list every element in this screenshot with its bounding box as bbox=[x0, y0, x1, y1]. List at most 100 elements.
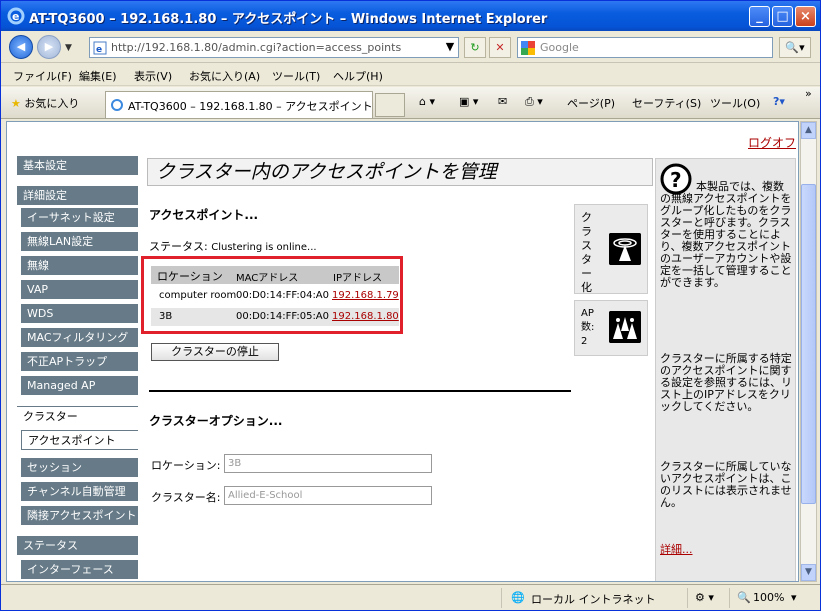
mail-icon[interactable]: ✉ bbox=[498, 95, 507, 108]
access-points-icon bbox=[609, 311, 641, 343]
cluster-status: ステータス: Clustering is online... bbox=[149, 238, 317, 254]
sidebar-item-12[interactable]: セッション bbox=[21, 458, 138, 478]
zoom-icon[interactable]: 🔍 bbox=[737, 591, 751, 604]
address-url: http://192.168.1.80/admin.cgi?action=acc… bbox=[111, 41, 402, 54]
search-placeholder: Google bbox=[540, 41, 579, 54]
menu-tools[interactable]: ツール(T) bbox=[272, 68, 320, 84]
section-access-points: アクセスポイント... bbox=[149, 208, 259, 222]
new-tab-button[interactable] bbox=[375, 93, 405, 117]
favorites-button[interactable]: ★ お気に入り bbox=[11, 95, 79, 111]
help-panel: ? 本製品では、複数の無線アクセスポイントをグループ化したものをクラスターと呼び… bbox=[655, 158, 796, 581]
safety-menu[interactable]: セーフティ(S) bbox=[632, 95, 701, 111]
star-icon: ★ bbox=[11, 97, 21, 110]
status-value: Clustering is online... bbox=[211, 242, 317, 253]
row2-ip-link[interactable]: 192.168.1.80 bbox=[332, 311, 399, 322]
zoom-level[interactable]: 100% bbox=[753, 591, 784, 604]
sidebar-item-3[interactable]: 無線LAN設定 bbox=[21, 232, 138, 252]
history-dropdown-icon[interactable]: ▼ bbox=[65, 43, 72, 53]
home-icon[interactable]: ⌂ ▾ bbox=[419, 95, 435, 108]
help-text-2: クラスターに所属する特定のアクセスポイントに関する設定を参照するには、リスト上の… bbox=[660, 352, 792, 413]
row1-mac: 00:D0:14:FF:04:A0 bbox=[236, 290, 330, 301]
location-input[interactable]: 3B bbox=[224, 454, 432, 473]
menu-help[interactable]: ヘルプ(H) bbox=[333, 68, 383, 84]
sidebar-item-6[interactable]: WDS bbox=[21, 304, 138, 324]
th-mac: MACアドレス bbox=[236, 273, 299, 284]
page-title: クラスター内のアクセスポイントを管理 bbox=[147, 158, 653, 186]
title-bar: e AT-TQ3600 – 192.168.1.80 – アクセスポイント – … bbox=[1, 1, 820, 31]
search-input[interactable]: Google bbox=[517, 37, 773, 58]
close-button[interactable]: × bbox=[795, 6, 816, 27]
forward-button[interactable]: ▶ bbox=[37, 35, 61, 59]
print-icon[interactable]: ⎙ ▾ bbox=[525, 95, 543, 109]
window-title: AT-TQ3600 – 192.168.1.80 – アクセスポイント – Wi… bbox=[29, 12, 548, 27]
scroll-down-icon[interactable]: ▼ bbox=[801, 564, 816, 581]
sidebar-item-2[interactable]: イーサネット設定 bbox=[21, 208, 138, 228]
tools-menu[interactable]: ツール(O) bbox=[710, 95, 760, 111]
sidebar-item-9[interactable]: Managed AP bbox=[21, 376, 138, 396]
status-divider bbox=[687, 588, 688, 608]
stop-cluster-button[interactable]: クラスターの停止 bbox=[151, 343, 279, 361]
status-label: ステータス: bbox=[149, 240, 208, 253]
protected-mode-icon[interactable]: ⚙ ▾ bbox=[695, 591, 714, 604]
minimize-button[interactable]: _ bbox=[749, 6, 770, 27]
page-menu[interactable]: ページ(P) bbox=[567, 95, 615, 111]
zone-label: ローカル イントラネット bbox=[531, 593, 656, 606]
logout-link[interactable]: ログオフ bbox=[748, 134, 796, 151]
page-favicon-icon: e bbox=[93, 41, 107, 55]
search-button[interactable]: 🔍▾ bbox=[779, 37, 811, 58]
svg-text:e: e bbox=[12, 10, 19, 23]
cluster-name-input[interactable]: Allied-E-School bbox=[224, 486, 432, 505]
vertical-scrollbar[interactable]: ▲ ▼ bbox=[800, 121, 817, 582]
maximize-button[interactable]: □ bbox=[772, 6, 793, 27]
sidebar-item-8[interactable]: 不正APトラップ bbox=[21, 352, 138, 372]
scroll-thumb[interactable] bbox=[801, 184, 816, 504]
tab-title: AT-TQ3600 – 192.168.1.80 – アクセスポイント bbox=[128, 100, 373, 113]
menu-edit[interactable]: 編集(E) bbox=[79, 68, 117, 84]
th-ip: IPアドレス bbox=[333, 273, 382, 284]
page-content: ログオフ 基本設定詳細設定 イーサネット設定 無線LAN設定 無線 VAP WDS MACフ… bbox=[6, 121, 799, 582]
row2-location: 3B bbox=[159, 311, 173, 322]
help-more-link[interactable]: 詳細... bbox=[660, 543, 693, 556]
sidebar-item-0[interactable]: 基本設定 bbox=[17, 156, 138, 176]
cluster-card: クラスター化 bbox=[574, 204, 648, 294]
google-icon bbox=[521, 41, 535, 55]
address-toolbar: ◀ ▶ ▼ e http://192.168.1.80/admin.cgi?ac… bbox=[1, 31, 820, 63]
feed-icon[interactable]: ▣ ▾ bbox=[459, 95, 478, 108]
favorites-label: お気に入り bbox=[24, 97, 80, 110]
sidebar-item-10[interactable]: クラスター bbox=[17, 406, 138, 426]
th-location: ロケーション bbox=[157, 270, 223, 283]
help-text-3: クラスターに所属していないアクセスポイントは、このリストには表示されません。 bbox=[660, 460, 792, 509]
sidebar-item-7[interactable]: MACフィルタリング bbox=[21, 328, 138, 348]
scroll-up-icon[interactable]: ▲ bbox=[801, 122, 816, 139]
status-bar: 🌐 ローカル イントラネット ⚙ ▾ 🔍 100% ▾ bbox=[1, 584, 820, 610]
sidebar-item-5[interactable]: VAP bbox=[21, 280, 138, 300]
stop-button[interactable]: ✕ bbox=[489, 37, 511, 58]
menu-view[interactable]: 表示(V) bbox=[134, 68, 172, 84]
ap-count-label: AP数: 2 bbox=[581, 308, 595, 347]
zoom-dropdown-icon[interactable]: ▾ bbox=[791, 591, 797, 604]
sidebar-item-14[interactable]: 隣接アクセスポイント bbox=[21, 506, 138, 526]
sidebar-item-16[interactable]: インターフェース bbox=[21, 560, 138, 580]
sidebar-item-1[interactable]: 詳細設定 bbox=[17, 186, 138, 206]
tab-favicon-icon bbox=[111, 99, 123, 111]
refresh-button[interactable]: ↻ bbox=[464, 37, 486, 58]
cluster-card-label: クラスター化 bbox=[581, 211, 592, 294]
tab-active[interactable]: AT-TQ3600 – 192.168.1.80 – アクセスポイント bbox=[105, 91, 373, 118]
back-button[interactable]: ◀ bbox=[9, 35, 33, 59]
cluster-name-label: クラスター名: bbox=[151, 491, 221, 504]
row2-mac: 00:D0:14:FF:05:A0 bbox=[236, 311, 330, 322]
row1-ip-link[interactable]: 192.168.1.79 bbox=[332, 290, 399, 301]
status-divider bbox=[501, 588, 502, 608]
sidebar-item-4[interactable]: 無線 bbox=[21, 256, 138, 276]
ap-count-card: AP数: 2 bbox=[574, 300, 648, 356]
address-dropdown-icon[interactable]: ▼ bbox=[439, 37, 461, 58]
svg-text:e: e bbox=[96, 45, 102, 55]
menu-favorites[interactable]: お気に入り(A) bbox=[189, 68, 260, 84]
sidebar-item-15[interactable]: ステータス bbox=[17, 536, 138, 556]
menu-file[interactable]: ファイル(F) bbox=[13, 68, 72, 84]
more-commands[interactable]: » bbox=[805, 87, 812, 100]
help-icon[interactable]: ?▾ bbox=[773, 95, 785, 108]
address-field[interactable]: e http://192.168.1.80/admin.cgi?action=a… bbox=[89, 37, 459, 58]
sidebar-item-11[interactable]: アクセスポイント bbox=[21, 430, 138, 450]
sidebar-item-13[interactable]: チャンネル自動管理 bbox=[21, 482, 138, 502]
